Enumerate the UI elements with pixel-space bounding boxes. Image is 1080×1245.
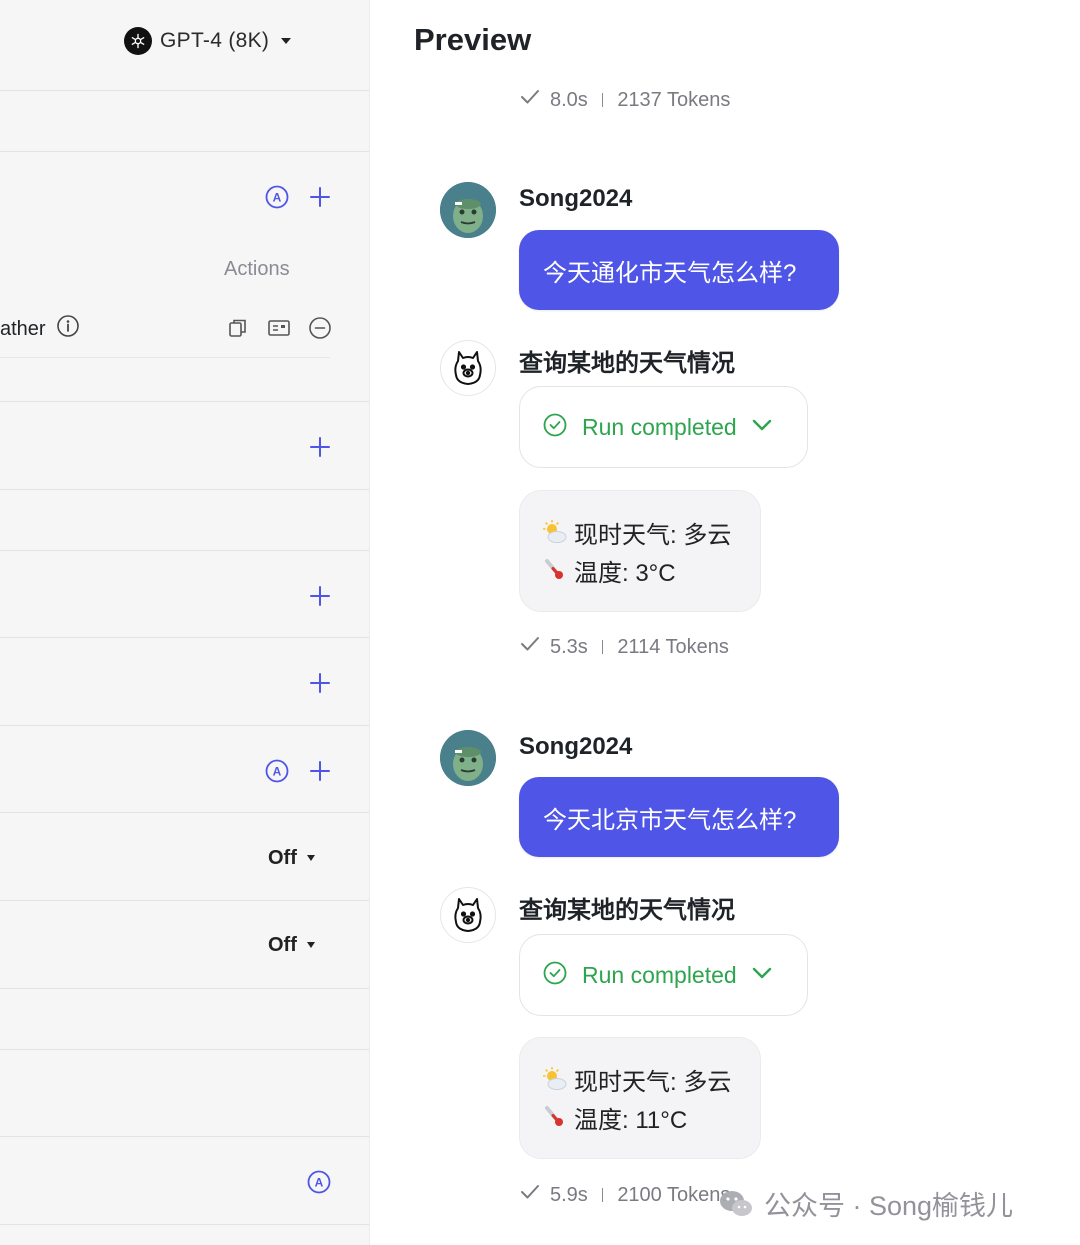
result-weather: 现时天气: 多云: [574, 521, 732, 549]
run-status-label: Run completed: [582, 413, 737, 440]
svg-text:A: A: [315, 1176, 324, 1190]
check-circle-icon: [542, 412, 568, 443]
caret-down-icon: [306, 942, 315, 948]
run-status-toggle[interactable]: Run completed: [519, 386, 808, 468]
meta-separator: [601, 93, 604, 107]
tool-result: 现时天气: 多云 温度: 3°C: [519, 490, 761, 612]
check-icon: [520, 1183, 540, 1207]
thermometer-icon: [542, 557, 568, 583]
run-status-label: Run completed: [582, 961, 737, 988]
row-divider: [0, 357, 330, 358]
add-button[interactable]: [306, 757, 334, 785]
result-temperature-line: 温度: 11°C: [542, 1098, 760, 1136]
result-temperature: 温度: 11°C: [574, 1106, 688, 1134]
token-count: 2100 Tokens: [617, 1183, 731, 1206]
section-divider: [0, 401, 369, 402]
result-weather-line: 现时天气: 多云: [542, 1060, 760, 1098]
section-divider: [0, 900, 369, 901]
response-time: 5.9s: [550, 1183, 588, 1206]
tool-name: 查询某地的天气情况: [519, 350, 735, 377]
section-divider: [0, 90, 369, 91]
user-message: 今天通化市天气怎么样?: [519, 230, 839, 310]
sun-cloud-icon: [542, 1066, 568, 1092]
model-label: GPT-4 (8K): [160, 29, 270, 52]
result-weather-line: 现时天气: 多云: [542, 513, 760, 551]
check-icon: [520, 88, 540, 112]
auto-generate-button[interactable]: A: [263, 757, 291, 785]
section-divider: [0, 151, 369, 152]
toggle-select-1[interactable]: Off: [268, 843, 315, 873]
section-divider: [0, 637, 369, 638]
plugin-row: ather: [0, 314, 80, 344]
auto-generate-button[interactable]: A: [305, 1168, 333, 1196]
bot-avatar: [440, 887, 496, 943]
chevron-down-icon: [751, 966, 773, 985]
section-divider: [0, 1136, 369, 1137]
meta-separator: [601, 1188, 604, 1202]
user-name: Song2024: [519, 733, 633, 760]
preview-panel: Preview 8.0s 2137 Tokens Song2024 今天通化市天…: [370, 0, 1080, 1245]
section-divider: [0, 1224, 369, 1225]
preview-title: Preview: [414, 22, 532, 57]
meta-separator: [601, 640, 604, 654]
section-divider: [0, 725, 369, 726]
card-icon[interactable]: [265, 314, 293, 342]
check-icon: [520, 635, 540, 659]
section-divider: [0, 988, 369, 989]
response-meta: 5.9s 2100 Tokens: [520, 1182, 730, 1208]
add-button[interactable]: [306, 582, 334, 610]
section-divider: [0, 489, 369, 490]
actions-column-header: Actions: [224, 258, 290, 280]
tool-name: 查询某地的天气情况: [519, 897, 735, 924]
result-temperature-line: 温度: 3°C: [542, 551, 760, 589]
caret-down-icon: [306, 855, 315, 861]
user-name: Song2024: [519, 185, 633, 212]
result-temperature: 温度: 3°C: [574, 559, 676, 587]
toggle-value: Off: [268, 846, 297, 869]
add-button[interactable]: [306, 183, 334, 211]
remove-icon[interactable]: [306, 314, 334, 342]
run-status-toggle[interactable]: Run completed: [519, 934, 808, 1016]
thermometer-icon: [542, 1104, 568, 1130]
user-message: 今天北京市天气怎么样?: [519, 777, 839, 857]
chevron-down-icon: [281, 38, 292, 44]
watermark-text: 公众号 · Song榆钱儿: [764, 1191, 1014, 1221]
chevron-down-icon: [751, 418, 773, 437]
wechat-logo-icon: [718, 1189, 754, 1219]
user-avatar: [440, 730, 496, 786]
tool-result: 现时天气: 多云 温度: 11°C: [519, 1037, 761, 1159]
watermark: 公众号 · Song榆钱儿: [718, 1184, 1013, 1223]
check-circle-icon: [542, 960, 568, 991]
response-meta: 5.3s 2114 Tokens: [520, 634, 729, 660]
add-button[interactable]: [306, 433, 334, 461]
auto-generate-button[interactable]: A: [263, 183, 291, 211]
toggle-select-2[interactable]: Off: [268, 930, 315, 960]
svg-text:A: A: [273, 765, 282, 779]
svg-text:A: A: [273, 191, 282, 205]
user-avatar: [440, 182, 496, 238]
config-panel: GPT-4 (8K) A Actions ather A Off Off A: [0, 0, 370, 1245]
info-icon[interactable]: [56, 314, 80, 344]
model-selector[interactable]: GPT-4 (8K): [124, 26, 292, 56]
token-count: 2137 Tokens: [617, 88, 731, 111]
token-count: 2114 Tokens: [617, 635, 729, 658]
sun-cloud-icon: [542, 519, 568, 545]
add-button[interactable]: [306, 669, 334, 697]
section-divider: [0, 1049, 369, 1050]
toggle-value: Off: [268, 933, 297, 956]
section-divider: [0, 550, 369, 551]
response-time: 8.0s: [550, 88, 588, 111]
plugin-name: ather: [0, 317, 46, 340]
copy-icon[interactable]: [224, 314, 252, 342]
response-meta: 8.0s 2137 Tokens: [520, 87, 730, 113]
openai-logo-icon: [124, 27, 152, 55]
bot-avatar: [440, 340, 496, 396]
response-time: 5.3s: [550, 635, 588, 658]
section-divider: [0, 812, 369, 813]
result-weather: 现时天气: 多云: [574, 1068, 732, 1096]
